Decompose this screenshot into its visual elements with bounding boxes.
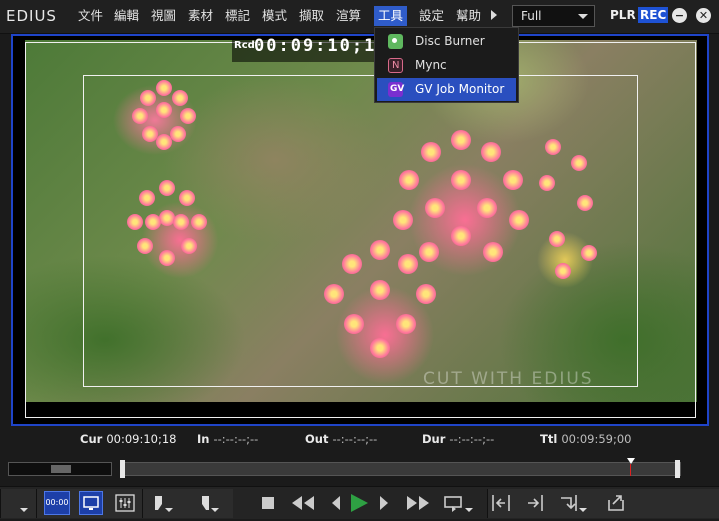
stop-icon bbox=[262, 497, 274, 509]
shuttle-bar[interactable] bbox=[8, 462, 112, 476]
app-logo: EDIUS bbox=[6, 7, 57, 25]
timecode-display-button[interactable]: 00:00 bbox=[44, 491, 70, 515]
edius-watermark: CUT WITH EDIUS bbox=[423, 369, 594, 389]
tools-menu-item-label: GV Job Monitor bbox=[415, 82, 505, 96]
rcd-label: Rcd bbox=[234, 40, 255, 51]
plr-toggle[interactable]: PLR bbox=[610, 8, 636, 22]
menu-help[interactable]: 幫助 bbox=[452, 6, 485, 26]
player-menu-button[interactable] bbox=[18, 492, 28, 514]
stop-button[interactable] bbox=[259, 492, 277, 514]
mark-in-icon bbox=[155, 496, 162, 510]
shuttle-position[interactable] bbox=[51, 465, 71, 473]
preview-mode-select[interactable]: Full bbox=[512, 5, 595, 27]
menu-file[interactable]: 文件 bbox=[74, 6, 107, 26]
mark-out-icon bbox=[202, 496, 209, 510]
next-frame-button[interactable] bbox=[377, 492, 391, 514]
set-out-button[interactable] bbox=[198, 492, 219, 514]
fast-forward-button[interactable] bbox=[405, 492, 431, 514]
menu-tools[interactable]: 工具 bbox=[374, 6, 408, 26]
menu-clip[interactable]: 素材 bbox=[184, 6, 217, 26]
previous-frame-button[interactable] bbox=[329, 492, 343, 514]
in-value: --:--:--;-- bbox=[213, 432, 259, 446]
cur-timecode: Cur 00:09:10;18 bbox=[80, 432, 177, 446]
cur-value: 00:09:10;18 bbox=[106, 432, 177, 446]
monitor-icon bbox=[83, 496, 99, 510]
menu-capture[interactable]: 擷取 bbox=[295, 6, 328, 26]
menu-mode[interactable]: 模式 bbox=[258, 6, 291, 26]
out-value: --:--:--;-- bbox=[332, 432, 378, 446]
loop-icon bbox=[444, 496, 462, 512]
tools-menu-item-mync[interactable]: N Mync bbox=[377, 54, 516, 77]
in-timecode: In --:--:--;-- bbox=[197, 432, 258, 446]
audio-meter-button[interactable] bbox=[114, 492, 136, 514]
in-label: In bbox=[197, 432, 210, 446]
minimize-button[interactable]: − bbox=[672, 8, 687, 23]
tools-menu-item-gv-job-monitor[interactable]: GV GV Job Monitor bbox=[377, 78, 516, 101]
out-timecode: Out --:--:--;-- bbox=[305, 432, 377, 446]
cur-label: Cur bbox=[80, 432, 103, 446]
chevron-down-icon bbox=[465, 508, 473, 512]
overlay-toggle-button[interactable] bbox=[79, 491, 103, 515]
close-button[interactable]: ✕ bbox=[696, 8, 711, 23]
loop-play-button[interactable] bbox=[442, 492, 473, 514]
out-point-handle[interactable] bbox=[675, 460, 680, 478]
tools-menu-dropdown: Disc Burner N Mync GV GV Job Monitor bbox=[374, 27, 519, 103]
tools-menu-item-label: Mync bbox=[415, 58, 447, 72]
play-icon bbox=[351, 494, 368, 512]
step-forward-icon bbox=[380, 496, 388, 510]
playhead-line bbox=[630, 464, 631, 476]
out-label: Out bbox=[305, 432, 329, 446]
overwrite-icon bbox=[528, 495, 543, 511]
disc-burner-icon bbox=[388, 34, 403, 49]
rewind-icon bbox=[292, 496, 314, 510]
menu-overflow-arrow-icon[interactable] bbox=[491, 10, 497, 20]
send-icon bbox=[561, 495, 577, 511]
preview-monitor: Rcd 00:09:10;1 CUT WITH EDIUS bbox=[11, 34, 709, 426]
menu-edit[interactable]: 編輯 bbox=[110, 6, 143, 26]
send-to-bin-button[interactable] bbox=[558, 492, 587, 514]
export-icon bbox=[608, 495, 624, 511]
playhead-marker-icon[interactable] bbox=[627, 458, 635, 464]
chevron-down-icon bbox=[579, 508, 587, 512]
dur-label: Dur bbox=[422, 432, 446, 446]
in-point-handle[interactable] bbox=[120, 460, 125, 478]
dur-value: --:--:--;-- bbox=[449, 432, 495, 446]
chevron-down-icon bbox=[578, 14, 588, 19]
dur-timecode: Dur --:--:--;-- bbox=[422, 432, 494, 446]
chevron-down-icon bbox=[20, 508, 28, 512]
tools-menu-item-label: Disc Burner bbox=[415, 34, 485, 48]
step-back-icon bbox=[332, 496, 340, 510]
tools-menu-item-disc-burner[interactable]: Disc Burner bbox=[377, 30, 516, 53]
export-button[interactable] bbox=[605, 492, 627, 514]
menu-render[interactable]: 渲算 bbox=[332, 6, 365, 26]
rcd-timecode: 00:09:10;1 bbox=[254, 36, 377, 56]
ttl-value: 00:09:59;00 bbox=[561, 432, 632, 446]
title-safe-guide bbox=[83, 75, 638, 387]
menu-bar: EDIUS 文件 編輯 視圖 素材 標記 模式 擷取 渲算 工具 設定 幫助 F… bbox=[0, 0, 719, 34]
ttl-label: Ttl bbox=[540, 432, 558, 446]
mixer-icon bbox=[115, 494, 135, 512]
chevron-down-icon bbox=[165, 508, 173, 512]
rewind-button[interactable] bbox=[290, 492, 316, 514]
insert-to-timeline-button[interactable] bbox=[490, 492, 512, 514]
mync-icon: N bbox=[388, 58, 403, 73]
menu-marker[interactable]: 標記 bbox=[221, 6, 254, 26]
set-in-button[interactable] bbox=[152, 492, 173, 514]
insert-icon bbox=[492, 495, 510, 511]
position-slider[interactable] bbox=[120, 462, 681, 476]
play-button[interactable] bbox=[347, 492, 371, 514]
overwrite-to-timeline-button[interactable] bbox=[524, 492, 546, 514]
chevron-down-icon bbox=[211, 508, 219, 512]
menu-view[interactable]: 視圖 bbox=[147, 6, 180, 26]
preview-mode-value: Full bbox=[521, 9, 542, 23]
menu-settings[interactable]: 設定 bbox=[415, 6, 448, 26]
toolbar-group-edit bbox=[487, 489, 719, 518]
fast-forward-icon bbox=[407, 496, 429, 510]
ttl-timecode: Ttl 00:09:59;00 bbox=[540, 432, 631, 446]
rec-toggle[interactable]: REC bbox=[638, 7, 669, 23]
gv-job-monitor-icon: GV bbox=[388, 82, 404, 97]
